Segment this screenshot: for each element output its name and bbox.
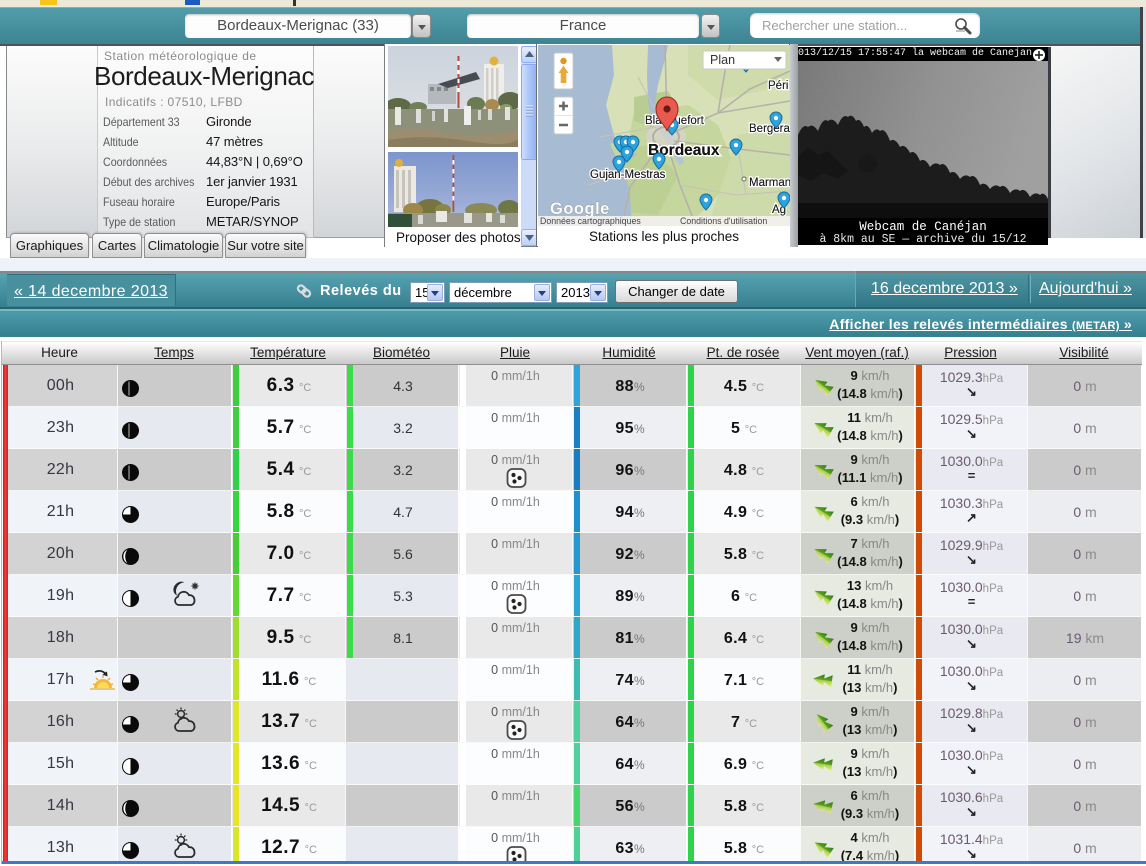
svg-text:Conditions d'utilisation: Conditions d'utilisation (680, 216, 767, 226)
svg-text:Péri: Péri (768, 80, 788, 92)
svg-text:Gujan-Mestras: Gujan-Mestras (590, 169, 666, 181)
svg-text:Bergera: Bergera (749, 123, 790, 135)
svg-text:Données cartographiques: Données cartographiques (540, 216, 641, 226)
svg-text:Plan: Plan (710, 53, 735, 67)
svg-text:Marmand: Marmand (749, 177, 790, 189)
